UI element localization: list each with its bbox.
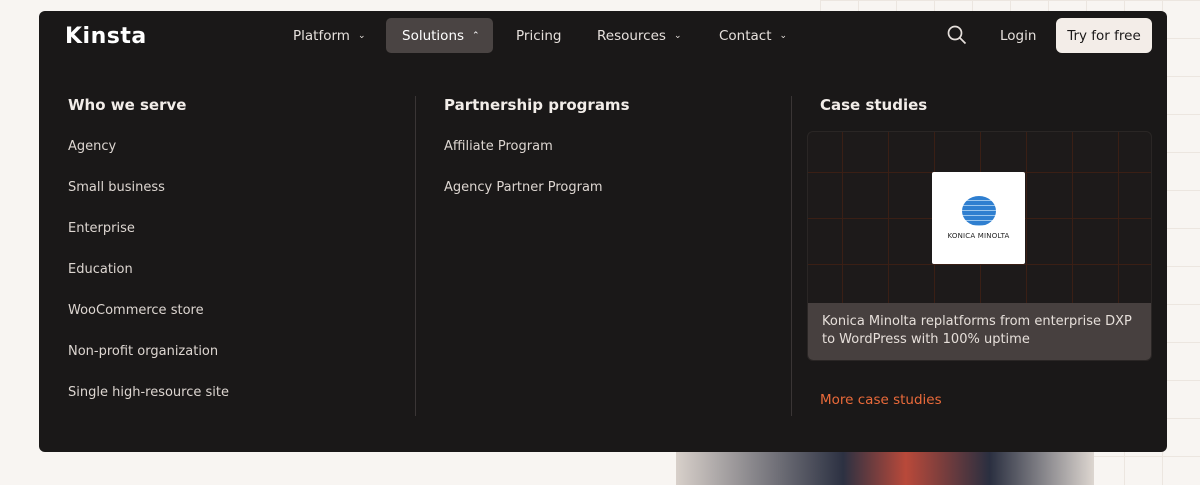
column-divider xyxy=(415,96,416,416)
chevron-down-icon: ⌄ xyxy=(673,30,682,41)
chevron-up-icon: ⌃ xyxy=(472,30,480,41)
column-heading: Case studies xyxy=(820,96,928,114)
search-icon[interactable] xyxy=(947,25,967,45)
nav-resources[interactable]: Resources ⌄ xyxy=(581,18,698,53)
nav-platform[interactable]: Platform ⌄ xyxy=(277,18,381,53)
who-we-serve-column: Who we serve Agency Small business Enter… xyxy=(68,96,229,400)
menu-item-agency[interactable]: Agency xyxy=(68,139,116,154)
more-case-studies-link[interactable]: More case studies xyxy=(820,392,942,408)
column-heading: Partnership programs xyxy=(444,96,630,114)
menu-item-small-business[interactable]: Small business xyxy=(68,180,165,195)
try-for-free-button[interactable]: Try for free xyxy=(1056,18,1152,53)
menu-item-enterprise[interactable]: Enterprise xyxy=(68,221,135,236)
nav-pricing[interactable]: Pricing xyxy=(500,18,578,53)
case-studies-column: Case studies xyxy=(820,96,927,116)
chevron-down-icon: ⌄ xyxy=(357,30,366,41)
nav-solutions[interactable]: Solutions ⌃ xyxy=(386,18,493,53)
menu-item-education[interactable]: Education xyxy=(68,262,133,277)
menu-item-single-site[interactable]: Single high-resource site xyxy=(68,385,229,400)
menu-item-agency-partner[interactable]: Agency Partner Program xyxy=(444,180,603,195)
column-heading: Who we serve xyxy=(68,96,187,114)
logo-text: KONICA MINOLTA xyxy=(947,232,1010,240)
nav-contact[interactable]: Contact ⌄ xyxy=(703,18,803,53)
menu-item-affiliate[interactable]: Affiliate Program xyxy=(444,139,553,154)
nav-label: Pricing xyxy=(516,27,562,44)
case-study-caption: Konica Minolta replatforms from enterpri… xyxy=(808,303,1151,360)
partnership-column: Partnership programs Affiliate Program A… xyxy=(444,96,630,195)
login-link[interactable]: Login xyxy=(984,18,1052,53)
column-divider xyxy=(791,96,792,416)
kinsta-logo[interactable]: Kinsta xyxy=(65,24,147,49)
mega-menu: Kinsta Platform ⌄ Solutions ⌃ Pricing Reso… xyxy=(39,11,1167,452)
nav-label: Solutions xyxy=(402,27,465,44)
case-study-card[interactable]: KONICA MINOLTA Konica Minolta replatform… xyxy=(807,131,1152,361)
konica-minolta-logo: KONICA MINOLTA xyxy=(932,172,1025,264)
menu-item-woocommerce[interactable]: WooCommerce store xyxy=(68,303,204,318)
globe-icon xyxy=(961,196,996,226)
nav-label: Resources xyxy=(597,27,666,44)
nav-label: Platform xyxy=(293,27,350,44)
nav-label: Contact xyxy=(719,27,772,44)
chevron-down-icon: ⌄ xyxy=(779,30,788,41)
menu-item-nonprofit[interactable]: Non-profit organization xyxy=(68,344,218,359)
